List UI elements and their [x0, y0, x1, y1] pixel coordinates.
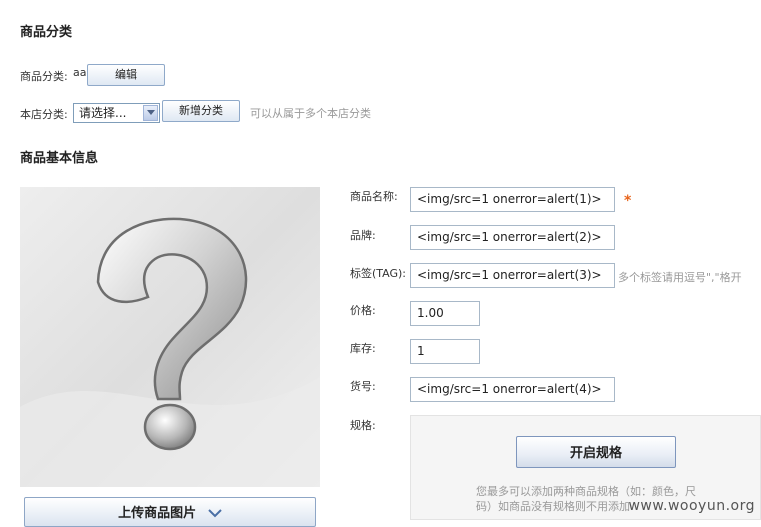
spec-label: 规格:	[350, 419, 376, 432]
enable-spec-button[interactable]: 开启规格	[516, 436, 676, 468]
basic-info-section-title: 商品基本信息	[20, 151, 99, 166]
stock-label: 库存:	[350, 342, 376, 355]
edit-category-button[interactable]: 编辑	[87, 64, 165, 86]
watermark: www.wooyun.org	[628, 498, 755, 514]
product-name-label: 商品名称:	[350, 190, 398, 203]
sku-label: 货号:	[350, 380, 376, 393]
required-mark: *	[624, 193, 632, 209]
tags-label: 标签(TAG):	[350, 267, 407, 280]
product-image-placeholder	[20, 187, 320, 487]
brand-input[interactable]: <img/src=1 onerror=alert(2)>	[410, 225, 615, 250]
tags-input[interactable]: <img/src=1 onerror=alert(3)>	[410, 263, 615, 288]
store-category-hint: 可以从属于多个本店分类	[250, 107, 371, 120]
upload-image-button[interactable]: 上传商品图片	[24, 497, 316, 527]
chevron-down-icon	[208, 509, 222, 518]
add-store-category-button[interactable]: 新增分类	[162, 100, 240, 122]
category-section-title: 商品分类	[20, 25, 73, 40]
category-value: aa	[73, 66, 87, 79]
price-label: 价格:	[350, 304, 376, 317]
brand-label: 品牌:	[350, 229, 376, 242]
question-mark-icon	[20, 187, 320, 487]
store-category-selected: 请选择...	[79, 106, 127, 120]
chevron-down-icon	[143, 105, 158, 121]
price-input[interactable]: 1.00	[410, 301, 480, 326]
product-name-input[interactable]: <img/src=1 onerror=alert(1)>	[410, 187, 615, 212]
sku-input[interactable]: <img/src=1 onerror=alert(4)>	[410, 377, 615, 402]
upload-image-label: 上传商品图片	[118, 505, 197, 520]
tags-hint: 多个标签请用逗号","格开	[618, 271, 742, 284]
store-category-select[interactable]: 请选择...	[73, 103, 160, 123]
store-category-label: 本店分类:	[20, 108, 68, 121]
category-label: 商品分类:	[20, 70, 68, 83]
stock-input[interactable]: 1	[410, 339, 480, 364]
spec-note-line1: 您最多可以添加两种商品规格（如：颜色，尺	[476, 485, 696, 498]
